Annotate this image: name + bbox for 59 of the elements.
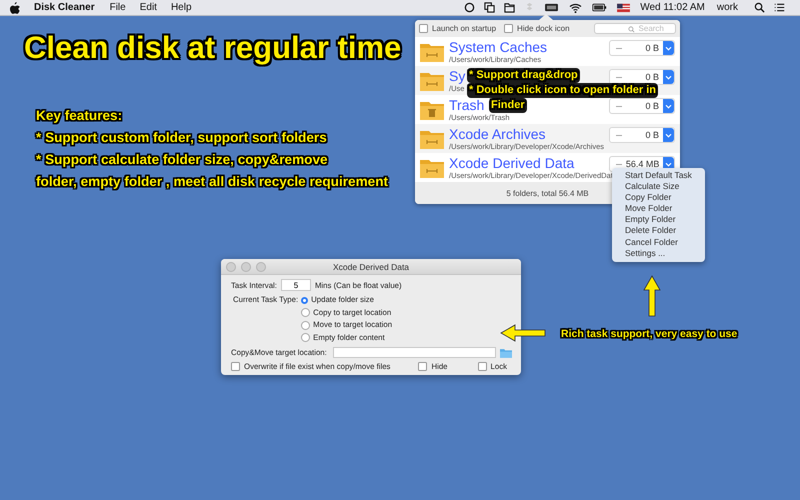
- size-dropdown[interactable]: 0 B: [609, 69, 675, 85]
- memory-chip-icon[interactable]: [544, 2, 560, 13]
- user-name[interactable]: work: [716, 2, 738, 13]
- menu-item[interactable]: Calculate Size: [612, 181, 705, 192]
- size-dropdown[interactable]: 0 B: [609, 127, 675, 143]
- folder-name: Xcode Archives: [449, 126, 546, 142]
- menu-item[interactable]: Start Default Task: [612, 170, 705, 182]
- menu-item[interactable]: Help: [170, 2, 192, 13]
- apple-logo-icon[interactable]: [10, 2, 20, 14]
- checkbox-option[interactable]: Hide dock icon: [504, 24, 570, 33]
- feature-line: folder, empty folder , meet all disk recycle requirement: [36, 173, 388, 190]
- footer-summary: 5 folders, total 56.4 MB: [506, 188, 589, 198]
- up-arrow-icon: [643, 275, 661, 317]
- folder-name: Sy: [449, 68, 466, 84]
- feature-line: * Support calculate folder size, copy&remove: [36, 151, 329, 168]
- dash-icon: [616, 134, 622, 136]
- search-field[interactable]: Search: [594, 23, 676, 34]
- clock[interactable]: Wed 11:02 AM: [640, 2, 705, 13]
- menu-item[interactable]: Empty Folder: [612, 214, 705, 226]
- chevron-down-icon[interactable]: [665, 74, 672, 80]
- menu-item[interactable]: Edit: [140, 2, 157, 13]
- size-dropdown[interactable]: 0 B: [609, 98, 675, 114]
- battery-icon[interactable]: [592, 2, 608, 13]
- chevron-down-icon[interactable]: [665, 46, 672, 50]
- target-location-field[interactable]: [332, 347, 496, 358]
- annotation-text: * Support drag&drop: [467, 68, 580, 83]
- size-dropdown[interactable]: 0 B: [609, 40, 675, 56]
- annotation-text: Rich task support, very easy to use: [561, 327, 738, 342]
- menu-item[interactable]: Settings ...: [612, 248, 705, 259]
- features-title: Key features:: [36, 107, 124, 124]
- circle-icon[interactable]: [464, 2, 476, 13]
- window-title: Xcode Derived Data: [332, 262, 410, 272]
- chevron-down-icon[interactable]: [665, 162, 672, 166]
- left-arrow-icon: [500, 324, 546, 342]
- chevron-down-icon[interactable]: [665, 104, 672, 108]
- feature-line: * Support custom folder, support sort folders: [36, 129, 328, 146]
- folder-name: Xcode Derived Data: [449, 154, 574, 170]
- dash-icon: [616, 76, 622, 78]
- annotation-text: Finder: [489, 98, 527, 113]
- menu-item[interactable]: Delete Folder: [612, 225, 705, 237]
- folder-icon[interactable]: [504, 2, 516, 13]
- annotation-text: * Double click icon to open folder in: [467, 83, 658, 98]
- folder-name: Trash: [449, 96, 484, 112]
- flag-icon[interactable]: [616, 2, 632, 13]
- wifi-icon[interactable]: [568, 2, 584, 13]
- headline: Clean disk at regular time: [24, 30, 402, 66]
- search-icon[interactable]: [754, 2, 765, 13]
- list-icon[interactable]: [774, 2, 785, 13]
- search-icon: [628, 26, 635, 33]
- folder-name: System Caches: [449, 38, 548, 54]
- copy-icon[interactable]: [484, 2, 496, 13]
- interval-field[interactable]: 5: [280, 279, 311, 291]
- checkbox-option[interactable]: Launch on startup: [419, 24, 496, 33]
- menu-item[interactable]: Move Folder: [612, 203, 705, 214]
- app-menu[interactable]: Disk Cleaner: [34, 2, 95, 13]
- menu-item[interactable]: Cancel Folder: [612, 236, 705, 248]
- chevron-down-icon[interactable]: [665, 132, 672, 138]
- menu-item[interactable]: File: [110, 2, 126, 13]
- menu-item[interactable]: Copy Folder: [612, 192, 705, 204]
